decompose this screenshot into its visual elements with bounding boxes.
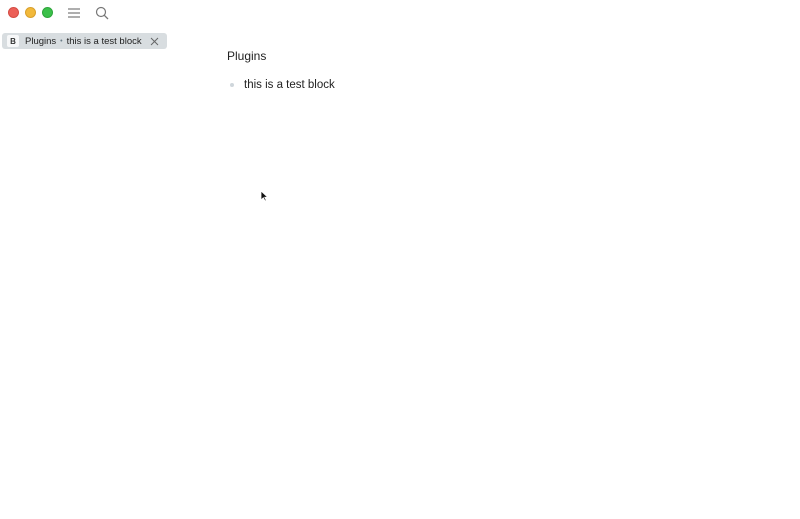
window-controls <box>8 7 53 18</box>
close-window-button[interactable] <box>8 7 19 18</box>
block-item[interactable]: this is a test block <box>230 79 335 91</box>
block-bullet[interactable] <box>230 83 234 87</box>
search-icon[interactable] <box>94 5 110 21</box>
tab-badge: B <box>7 35 19 47</box>
minimize-window-button[interactable] <box>25 7 36 18</box>
maximize-window-button[interactable] <box>42 7 53 18</box>
tab-page-label: Plugins <box>25 35 57 47</box>
tab-separator: • <box>60 37 63 45</box>
page-title[interactable]: Plugins <box>227 49 266 63</box>
toolbar <box>66 5 110 21</box>
tab-block-label: this is a test block <box>66 35 142 47</box>
hamburger-menu-icon[interactable] <box>66 5 82 21</box>
tab-plugins[interactable]: B Plugins • this is a test block <box>2 33 167 49</box>
mouse-cursor-icon <box>260 189 269 207</box>
app-window: B Plugins • this is a test block Plugins… <box>0 0 800 519</box>
close-icon[interactable] <box>148 35 160 47</box>
block-text[interactable]: this is a test block <box>244 79 335 91</box>
